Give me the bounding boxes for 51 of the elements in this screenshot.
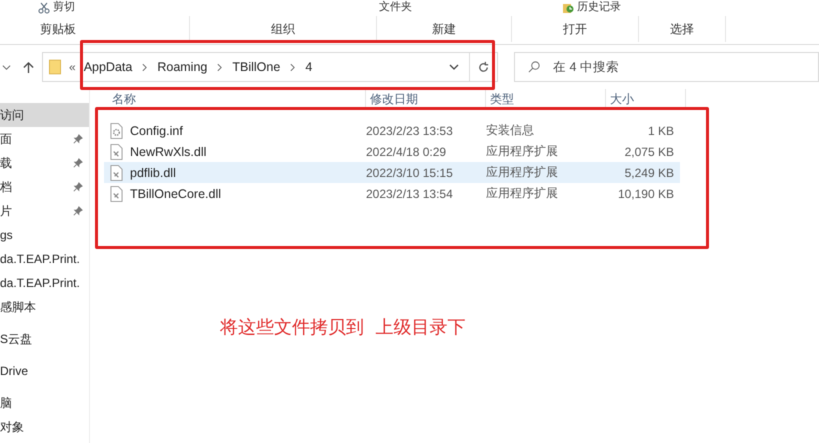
refresh-icon[interactable]: [477, 60, 490, 74]
sidebar-item[interactable]: S云盘: [0, 327, 89, 351]
sidebar-item[interactable]: 档: [0, 175, 89, 199]
annotation-text: 将这些文件拷贝到 上级目录下: [220, 316, 466, 339]
column-header[interactable]: 修改日期: [366, 89, 486, 109]
ribbon-command[interactable]: 剪切: [38, 1, 75, 14]
chevron-down-icon[interactable]: [2, 62, 11, 72]
sidebar-item[interactable]: 面: [0, 127, 89, 151]
sidebar-item[interactable]: da.T.EAP.Print.: [0, 271, 89, 295]
sidebar-item[interactable]: 感脚本: [0, 295, 89, 319]
column-header[interactable]: 大小: [606, 89, 686, 109]
file-row[interactable]: NewRwXls.dll 2022/4/18 0:29 应用程序扩展 2,075 KB: [104, 141, 680, 162]
column-header[interactable]: 名称: [108, 89, 366, 109]
ribbon-command[interactable]: 历史记录: [562, 1, 621, 14]
chevron-right-icon: [142, 62, 148, 72]
file-icon: [110, 186, 123, 202]
sidebar-item[interactable]: Drive: [0, 359, 89, 383]
sidebar-item[interactable]: gs: [0, 223, 89, 247]
address-bar[interactable]: « AppData Roaming TBillOne 4: [42, 52, 498, 82]
breadcrumb[interactable]: Roaming: [157, 60, 208, 74]
sidebar-item[interactable]: 载: [0, 151, 89, 175]
sidebar-item[interactable]: 脑: [0, 391, 89, 415]
file-row[interactable]: TBillOneCore.dll 2023/2/13 13:54 应用程序扩展 10,190 KB: [104, 183, 680, 204]
file-icon: [110, 144, 123, 160]
ribbon-command[interactable]: 文件夹: [379, 1, 412, 14]
ribbon-group-label: 打开: [512, 16, 639, 42]
settings-file-icon: [110, 122, 123, 138]
folder-icon: [49, 59, 61, 75]
chevron-down-icon[interactable]: [449, 62, 459, 72]
file-row[interactable]: pdflib.dll 2022/3/10 15:15 应用程序扩展 5,249 KB: [104, 162, 680, 183]
search-icon: [528, 60, 541, 73]
ribbon-group-label: 剪贴板: [0, 16, 190, 42]
ribbon-group-label: 选择: [639, 16, 726, 42]
sidebar-item[interactable]: 对象: [0, 415, 89, 439]
chevron-right-icon: [290, 62, 296, 72]
column-header[interactable]: 类型: [486, 89, 606, 109]
search-field[interactable]: 在 4 中搜索: [514, 52, 819, 82]
chevron-right-icon: [217, 62, 222, 72]
file-row[interactable]: Config.inf 2023/2/23 13:53 安装信息 1 KB: [104, 120, 680, 141]
breadcrumb[interactable]: AppData: [84, 60, 132, 74]
ribbon-group-label: 组织: [190, 16, 377, 42]
sidebar-item[interactable]: da.T.EAP.Print.: [0, 247, 89, 271]
sidebar-item[interactable]: 片: [0, 199, 89, 223]
file-icon: [110, 164, 123, 180]
sidebar-item[interactable]: 访问: [0, 103, 89, 127]
overflow-chevron[interactable]: «: [69, 60, 76, 74]
up-arrow-icon[interactable]: [23, 60, 34, 74]
breadcrumb[interactable]: 4: [305, 60, 312, 74]
ribbon-group-label: 新建: [377, 16, 512, 42]
breadcrumb[interactable]: TBillOne: [232, 60, 280, 74]
scissors-icon: [38, 2, 50, 14]
